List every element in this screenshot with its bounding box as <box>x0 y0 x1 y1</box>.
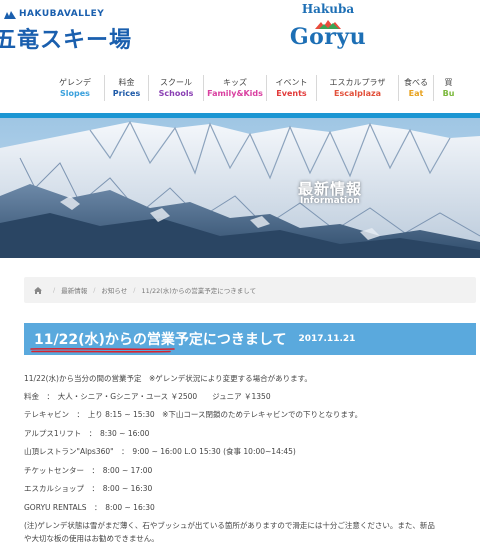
nav-item-slopes[interactable]: ゲレンデ Slopes <box>46 75 104 101</box>
article-line: 山頂レストラン"Alps360" ： 9:00 ~ 16:00 L.O 15:3… <box>24 447 296 456</box>
article-line: や大切な板の使用はお勧めできません。 <box>24 534 159 543</box>
site-header: HAKUBAVALLEY 五竜スキー場 Hakuba Goryu ゲレンデ Slo… <box>0 0 480 118</box>
mountain-icon <box>4 10 16 19</box>
nav-label-jp: エスカルプラザ <box>329 78 386 87</box>
handdrawn-underline <box>30 347 175 353</box>
nav-label-jp: 食べる <box>404 78 428 87</box>
nav-label-jp: 料金 <box>118 78 135 87</box>
nav-label-jp: イベント <box>275 78 308 87</box>
nav-label-en: Bu <box>442 89 455 98</box>
logo-hakuba-text: Hakuba <box>301 2 355 16</box>
snowy-mountains-image <box>0 118 480 258</box>
article-line: エスカルショップ ： 8:00 ~ 16:30 <box>24 484 153 493</box>
nav-item-schools[interactable]: スクール Schools <box>148 75 203 101</box>
article-line: 料金 ： 大人・シニア・Gシニア・ユース ￥2500 ジュニア ￥1350 <box>24 392 271 401</box>
article-line: (注)ゲレンデ状態は雪がまだ薄く、石やブッシュが出ている箇所がありますので滑走に… <box>24 521 435 530</box>
nav-item-escalplaza[interactable]: エスカルプラザ Escalplaza <box>316 75 398 101</box>
nav-item-prices[interactable]: 料金 Prices <box>104 75 148 101</box>
nav-item-eat[interactable]: 食べる Eat <box>398 75 433 101</box>
breadcrumb: / 最新情報 / お知らせ / 11/22(水)からの営業予定につきまして <box>24 277 476 303</box>
breadcrumb-separator: / <box>53 286 56 294</box>
article-line: 11/22(水)から当分の間の営業予定 ※ゲレンデ状況により変更する場合がありま… <box>24 374 312 383</box>
breadcrumb-separator: / <box>133 286 136 294</box>
nav-label-jp: キッズ <box>223 78 247 87</box>
hero-banner <box>0 118 480 258</box>
hakuba-valley-brand[interactable]: HAKUBAVALLEY <box>4 9 104 19</box>
article-date: 2017.11.21 <box>298 334 356 344</box>
nav-label-en: Family&Kids <box>207 89 263 98</box>
nav-label-en: Eat <box>408 89 424 98</box>
breadcrumb-current: 11/22(水)からの営業予定につきまして <box>141 287 257 295</box>
breadcrumb-link-news[interactable]: 最新情報 <box>61 285 87 295</box>
nav-label-jp: スクール <box>160 78 192 87</box>
nav-label-jp: ゲレンデ <box>59 78 91 87</box>
breadcrumb-separator: / <box>93 286 96 294</box>
article-line: テレキャビン ： 上り 8:15 ~ 15:30 ※下山コース閉鎖のためテレキャ… <box>24 410 363 419</box>
main-nav: ゲレンデ Slopes 料金 Prices スクール Schools キッズ Family&K… <box>46 75 463 101</box>
nav-item-bu[interactable]: 買 Bu <box>433 75 463 101</box>
article-line: GORYU RENTALS ： 8:00 ~ 16:30 <box>24 503 155 512</box>
home-icon[interactable] <box>34 286 42 294</box>
article-line: アルプス1リフト ： 8:30 ~ 16:00 <box>24 429 150 438</box>
nav-label-en: Events <box>276 89 307 98</box>
goryu-logo[interactable]: Hakuba Goryu <box>288 2 368 58</box>
nav-item-familykids[interactable]: キッズ Family&Kids <box>203 75 266 101</box>
nav-label-en: Slopes <box>60 89 90 98</box>
nav-label-en: Schools <box>158 89 194 98</box>
breadcrumb-link-notice[interactable]: お知らせ <box>101 285 127 295</box>
article-line: チケットセンター ： 8:00 ~ 17:00 <box>24 466 153 475</box>
brand-small-text: HAKUBAVALLEY <box>19 9 105 19</box>
site-brand-title[interactable]: 五竜スキー場 <box>0 22 132 54</box>
nav-label-jp: 買 <box>444 78 453 87</box>
nav-label-en: Escalplaza <box>333 89 382 98</box>
hero-subtitle: Information <box>300 196 360 206</box>
nav-label-en: Prices <box>112 89 141 98</box>
logo-mountain-icon <box>315 20 341 29</box>
nav-item-events[interactable]: イベント Events <box>266 75 316 101</box>
